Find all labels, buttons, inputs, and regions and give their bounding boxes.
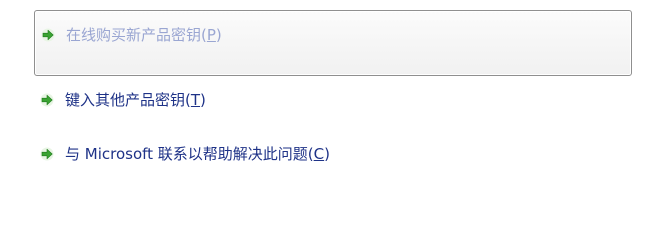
option-label: 在线购买新产品密钥(P)	[66, 26, 222, 44]
accelerator-key: P	[206, 26, 216, 44]
accelerator-key: C	[313, 145, 325, 163]
buy-product-key-online-option[interactable]: 在线购买新产品密钥(P)	[34, 10, 632, 76]
green-arrow-icon	[41, 28, 55, 42]
contact-microsoft-option[interactable]: 与 Microsoft 联系以帮助解决此问题(C)	[34, 142, 330, 166]
enter-other-product-key-option[interactable]: 键入其他产品密钥(T)	[34, 88, 206, 112]
option-label: 键入其他产品密钥(T)	[65, 91, 206, 109]
green-arrow-icon	[40, 93, 54, 107]
accelerator-key: T	[190, 91, 201, 109]
option-label: 与 Microsoft 联系以帮助解决此问题(C)	[65, 145, 330, 163]
green-arrow-icon	[40, 147, 54, 161]
